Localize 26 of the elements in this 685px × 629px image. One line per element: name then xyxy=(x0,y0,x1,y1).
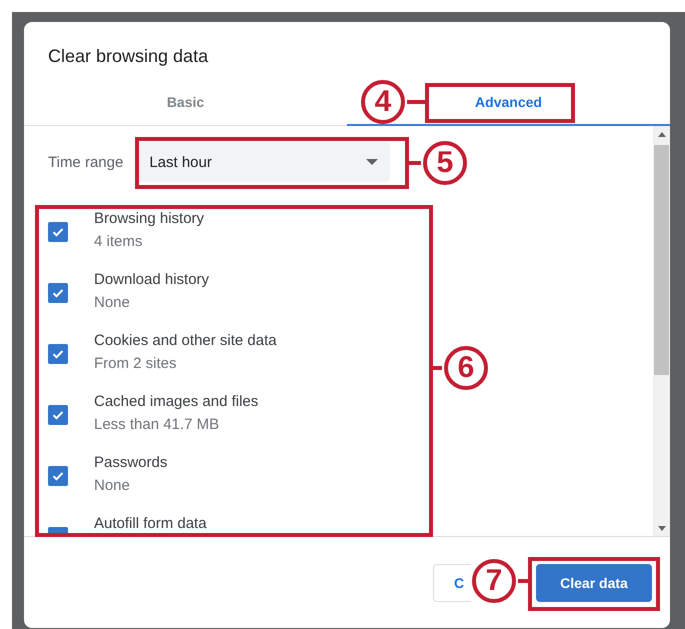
option-title: Cached images and files xyxy=(94,393,258,410)
caret-icon xyxy=(366,159,378,165)
checkbox[interactable] xyxy=(48,344,68,364)
scroll-up-icon[interactable] xyxy=(658,132,666,137)
cancel-button[interactable]: C xyxy=(433,564,471,602)
scroll-down-icon[interactable] xyxy=(658,526,666,531)
option-title: Download history xyxy=(94,271,210,288)
dialog-title: Clear browsing data xyxy=(47,45,210,68)
clear-data-button[interactable]: Clear data xyxy=(536,564,652,602)
option-title: Cookies and other site data xyxy=(94,332,277,349)
option-title: Browsing history xyxy=(94,210,204,227)
time-range-dropdown[interactable]: Last hour xyxy=(137,142,390,182)
option-detail: Less than 41.7 MB xyxy=(94,416,220,433)
option-detail: None xyxy=(94,294,131,311)
option-detail: None xyxy=(94,477,131,494)
scrollbar[interactable] xyxy=(653,126,670,536)
checkbox[interactable] xyxy=(48,466,68,486)
checkbox[interactable] xyxy=(48,405,68,425)
option-detail: From 2 sites xyxy=(94,355,178,372)
checkbox[interactable] xyxy=(48,283,68,303)
option-detail: 4 items xyxy=(94,233,144,250)
checkbox[interactable] xyxy=(48,222,68,242)
option-title: Passwords xyxy=(94,454,168,471)
time-range-label: Time range xyxy=(48,154,124,170)
option-title: Autofill form data xyxy=(94,515,207,532)
tab[interactable]: Basic xyxy=(24,80,347,126)
